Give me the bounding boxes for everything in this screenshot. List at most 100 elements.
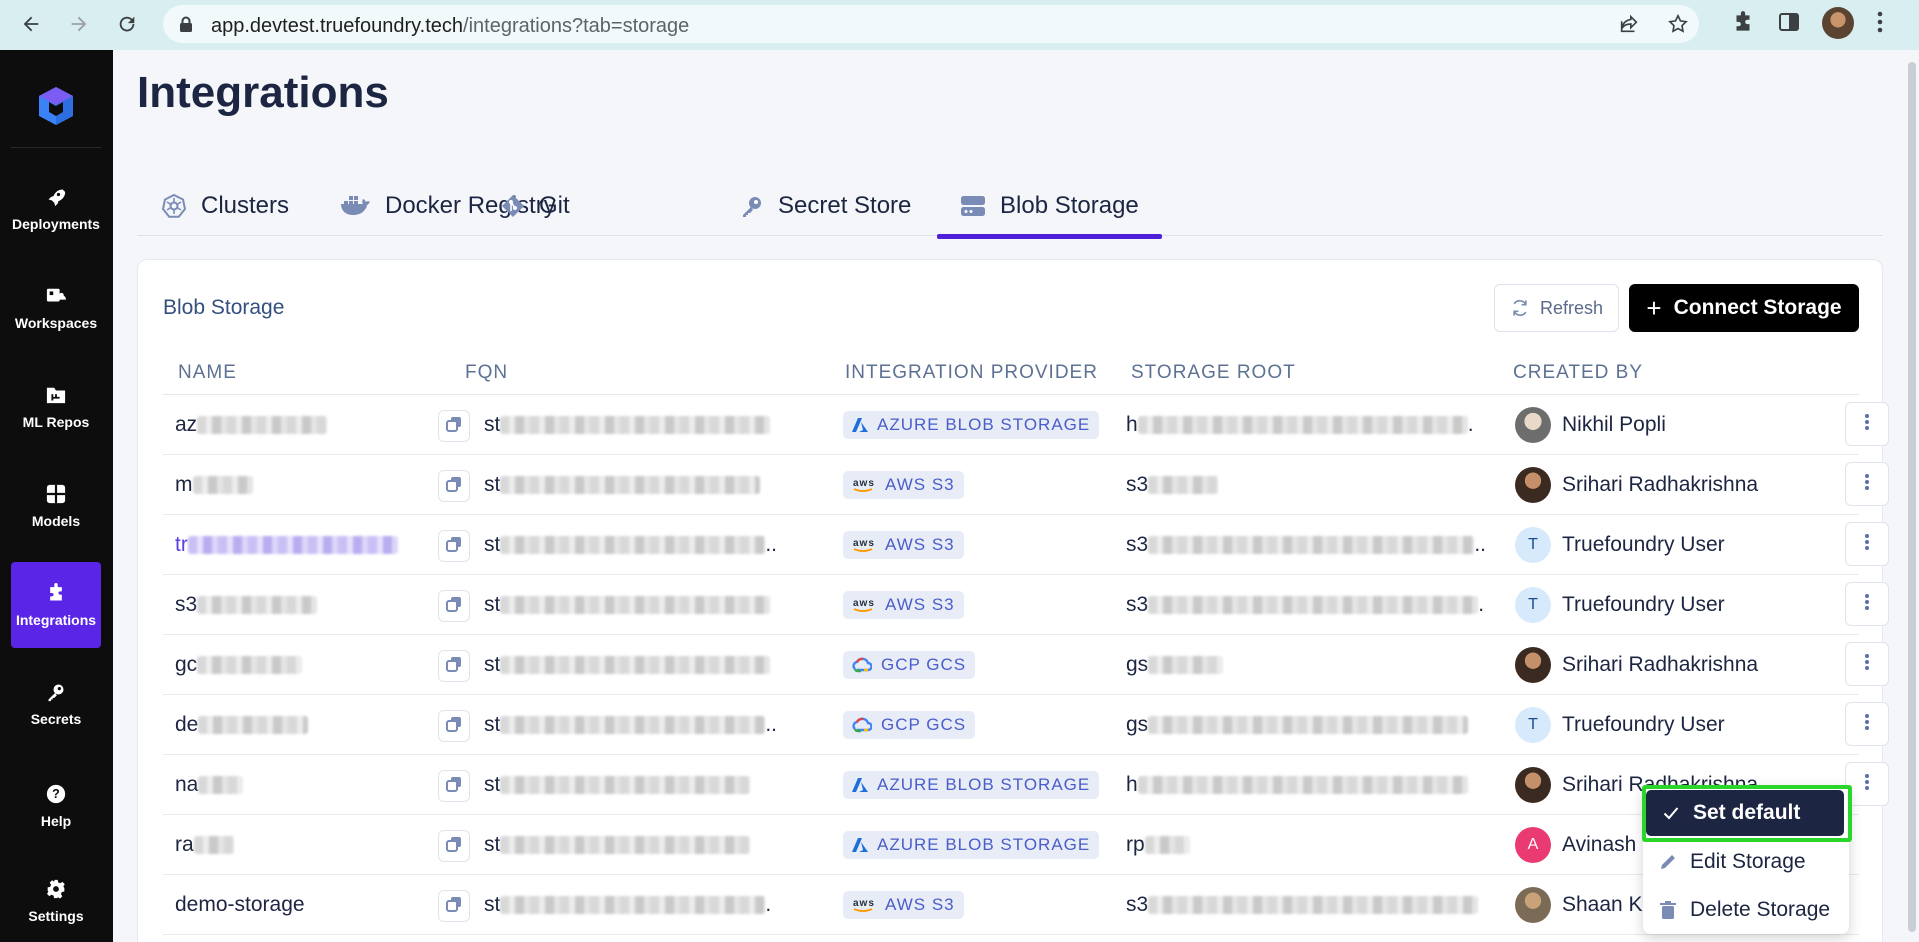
copy-icon bbox=[446, 716, 462, 737]
copy-fqn-button[interactable] bbox=[438, 830, 470, 862]
grid-icon bbox=[45, 483, 67, 505]
copy-fqn-button[interactable] bbox=[438, 470, 470, 502]
table-row[interactable]: ra st AZURE BLOB STORAGE rp A Avinash bbox=[163, 815, 1859, 875]
sidebar-item-secrets[interactable]: Secrets bbox=[11, 661, 101, 747]
truefoundry-logo[interactable] bbox=[34, 84, 78, 128]
row-actions-button[interactable] bbox=[1845, 522, 1889, 566]
created-by: T Truefoundry User bbox=[1515, 575, 1795, 634]
column-header-storage-root[interactable]: STORAGE ROOT bbox=[1131, 362, 1296, 384]
sidebar-item-models[interactable]: Models bbox=[11, 463, 101, 549]
copy-fqn-button[interactable] bbox=[438, 770, 470, 802]
storage-root: rp bbox=[1126, 815, 1486, 874]
page-scrollbar[interactable] bbox=[1908, 62, 1916, 932]
browser-toolbar: app.devtest.truefoundry.tech/integration… bbox=[0, 0, 1919, 50]
copy-fqn-button[interactable] bbox=[438, 590, 470, 622]
storage-root: h bbox=[1126, 755, 1486, 814]
row-actions-button[interactable] bbox=[1845, 642, 1889, 686]
copy-fqn-button[interactable] bbox=[438, 530, 470, 562]
provider-cell: aws AWS S3 bbox=[843, 455, 1103, 514]
row-actions-button[interactable] bbox=[1845, 402, 1889, 446]
table-row[interactable]: az st AZURE BLOB STORAGE h. Nikhil Popli bbox=[163, 395, 1889, 455]
pencil-icon bbox=[1658, 853, 1678, 871]
key-icon bbox=[740, 194, 764, 218]
edit-storage-menu-item[interactable]: Edit Storage bbox=[1643, 839, 1849, 885]
table-row[interactable]: s3 st aws AWS S3 s3. T Truefoundry User bbox=[163, 575, 1889, 635]
copy-fqn-button[interactable] bbox=[438, 410, 470, 442]
copy-fqn-button[interactable] bbox=[438, 710, 470, 742]
card-title: Blob Storage bbox=[163, 296, 285, 319]
column-header-created-by[interactable]: CREATED BY bbox=[1513, 362, 1643, 384]
column-header-fqn[interactable]: FQN bbox=[465, 362, 508, 384]
extensions-puzzle-icon[interactable] bbox=[1730, 10, 1756, 41]
tab-blob-storage[interactable]: Blob Storage bbox=[937, 176, 1162, 239]
copy-fqn-button[interactable] bbox=[438, 650, 470, 682]
table-row[interactable]: de st.. GCP GCS gs T Truefoundry User bbox=[163, 695, 1889, 755]
sidebar-item-ml-repos[interactable]: ML Repos bbox=[11, 364, 101, 450]
gcp-icon bbox=[852, 717, 872, 733]
azure-icon bbox=[852, 777, 868, 793]
column-header-provider[interactable]: INTEGRATION PROVIDER bbox=[845, 362, 1098, 384]
storage-root: s3.. bbox=[1126, 532, 1486, 556]
row-actions-button[interactable] bbox=[1845, 462, 1889, 506]
storage-name: ra bbox=[175, 815, 455, 874]
reload-icon[interactable] bbox=[112, 9, 142, 39]
sidebar-item-integrations[interactable]: Integrations bbox=[11, 562, 101, 648]
aws-icon: aws bbox=[852, 597, 876, 613]
avatar: T bbox=[1515, 526, 1551, 563]
connect-storage-button[interactable]: + Connect Storage bbox=[1629, 284, 1859, 332]
docker-icon bbox=[339, 193, 371, 219]
profile-avatar[interactable] bbox=[1822, 7, 1854, 39]
sidebar-item-settings[interactable]: Settings bbox=[11, 858, 101, 942]
address-bar[interactable]: app.devtest.truefoundry.tech/integration… bbox=[163, 5, 1699, 43]
plus-icon: + bbox=[1646, 292, 1662, 323]
copy-fqn-button[interactable] bbox=[438, 890, 470, 922]
side-panel-icon[interactable] bbox=[1777, 10, 1801, 39]
aws-icon: aws bbox=[852, 537, 876, 553]
forward-arrow-icon[interactable] bbox=[64, 9, 94, 39]
storage-name-link[interactable]: tr bbox=[175, 515, 455, 574]
tab-git[interactable]: Git bbox=[501, 176, 570, 236]
integration-tabs: Clusters Docker Registry Git Secret Stor… bbox=[137, 176, 1883, 239]
more-vertical-icon bbox=[1864, 773, 1870, 796]
sidebar-divider bbox=[11, 147, 101, 148]
sidebar: Deployments Workspaces ML Repos Models I… bbox=[0, 50, 113, 942]
git-icon bbox=[501, 194, 525, 218]
refresh-button[interactable]: Refresh bbox=[1494, 284, 1619, 332]
copy-icon bbox=[446, 776, 462, 797]
refresh-icon bbox=[1510, 298, 1530, 318]
row-actions-button[interactable] bbox=[1845, 702, 1889, 746]
table-row[interactable]: tr st.. aws AWS S3 s3.. T Truefoundry User bbox=[163, 515, 1889, 575]
provider-badge: GCP GCS bbox=[843, 650, 976, 679]
browser-menu-icon[interactable] bbox=[1876, 10, 1884, 39]
provider-cell: GCP GCS bbox=[843, 635, 1103, 694]
more-vertical-icon bbox=[1864, 413, 1870, 436]
delete-storage-menu-item[interactable]: Delete Storage bbox=[1643, 887, 1849, 933]
tab-clusters[interactable]: Clusters bbox=[161, 176, 289, 236]
avatar: T bbox=[1515, 586, 1551, 623]
key-icon bbox=[45, 681, 67, 703]
provider-badge: GCP GCS bbox=[843, 710, 976, 739]
provider-badge: AZURE BLOB STORAGE bbox=[843, 830, 1100, 859]
provider-badge: aws AWS S3 bbox=[843, 530, 964, 559]
table-row[interactable]: m st aws AWS S3 s3 Srihari Radhakrishna bbox=[163, 455, 1889, 515]
sidebar-item-deployments[interactable]: Deployments bbox=[11, 166, 101, 252]
more-vertical-icon bbox=[1864, 533, 1870, 556]
sidebar-item-help[interactable]: ? Help bbox=[11, 763, 101, 849]
storage-name: demo-storage bbox=[175, 892, 305, 916]
table-row[interactable]: na st AZURE BLOB STORAGE h Srihari Radha… bbox=[163, 755, 1889, 815]
table-row[interactable]: gc st GCP GCS gs Srihari Radhakrishna bbox=[163, 635, 1889, 695]
storage-name: na bbox=[175, 755, 455, 814]
share-icon[interactable] bbox=[1618, 13, 1640, 40]
focus-highlight bbox=[1642, 785, 1852, 842]
row-actions-button[interactable] bbox=[1845, 582, 1889, 626]
back-arrow-icon[interactable] bbox=[16, 9, 46, 39]
tab-secret-store[interactable]: Secret Store bbox=[740, 176, 911, 236]
url-text: app.devtest.truefoundry.tech/integration… bbox=[211, 15, 690, 37]
sidebar-item-workspaces[interactable]: Workspaces bbox=[11, 265, 101, 351]
column-header-name[interactable]: NAME bbox=[178, 362, 237, 384]
copy-icon bbox=[446, 896, 462, 917]
table-row[interactable]: demo-storage st. aws AWS S3 s3 Shaan Ku bbox=[163, 875, 1859, 935]
created-by: Srihari Radhakrishna bbox=[1515, 635, 1795, 694]
bookmark-star-icon[interactable] bbox=[1667, 13, 1689, 40]
storage-root: h. bbox=[1126, 412, 1474, 436]
